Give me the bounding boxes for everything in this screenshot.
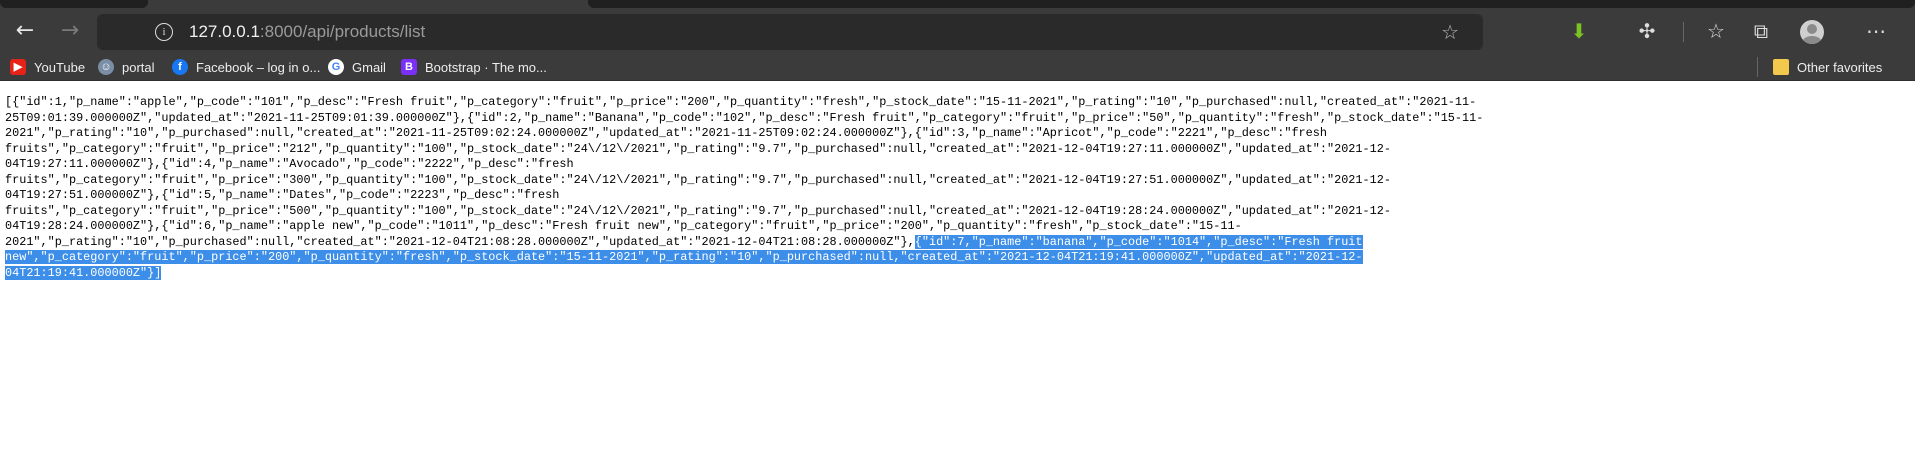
back-icon[interactable]: ← bbox=[10, 16, 40, 46]
json-text: 04T19:27:11.000000Z"},{"id":4,"p_name":"… bbox=[5, 157, 574, 171]
url-text[interactable]: 127.0.0.1:8000/api/products/list bbox=[189, 22, 425, 42]
toolbar-divider bbox=[1683, 22, 1684, 42]
json-line: 04T19:28:24.000000Z"},{"id":6,"p_name":"… bbox=[5, 219, 1483, 235]
json-text: 2021","p_rating":"10","p_purchased":null… bbox=[5, 234, 915, 249]
download-extension-icon[interactable]: ⬇ bbox=[1565, 18, 1593, 44]
bookmarks-divider bbox=[1757, 57, 1758, 77]
url-path: :8000/api/products/list bbox=[259, 22, 426, 41]
json-line: [{"id":1,"p_name":"apple","p_code":"101"… bbox=[5, 95, 1483, 111]
json-text: [{"id":1,"p_name":"apple","p_code":"101"… bbox=[5, 95, 1477, 109]
collections-icon[interactable]: ⧉ bbox=[1747, 18, 1775, 44]
selected-json-text: 04T21:19:41.000000Z"}] bbox=[5, 265, 162, 280]
profile-avatar[interactable] bbox=[1800, 20, 1824, 44]
favorites-icon[interactable]: ☆ bbox=[1702, 18, 1730, 44]
selected-json-text: {"id":7,"p_name":"banana","p_code":"1014… bbox=[914, 234, 1363, 249]
bookmark-portal[interactable]: ☺ portal bbox=[98, 57, 155, 77]
browser-toolbar: ← → ↻ i 127.0.0.1:8000/api/products/list… bbox=[0, 8, 1915, 54]
address-bar[interactable]: i 127.0.0.1:8000/api/products/list ☆ bbox=[97, 14, 1483, 50]
bookmark-bootstrap[interactable]: B Bootstrap · The mo... bbox=[401, 57, 547, 77]
json-line: fruits","p_category":"fruit","p_price":"… bbox=[5, 204, 1483, 220]
extensions-icon[interactable]: ✣ bbox=[1633, 18, 1661, 44]
tab-right[interactable] bbox=[588, 0, 1915, 8]
google-icon: G bbox=[328, 59, 344, 75]
bookmarks-bar: ▶ YouTube ☺ portal f Facebook – log in o...… bbox=[0, 54, 1915, 81]
bookmark-youtube[interactable]: ▶ YouTube bbox=[10, 57, 85, 77]
bookmark-other-favorites[interactable]: Other favorites bbox=[1773, 57, 1882, 77]
more-icon[interactable]: ⋯ bbox=[1862, 18, 1890, 44]
json-line: 2021","p_rating":"10","p_purchased":null… bbox=[5, 126, 1483, 142]
bookmark-gmail[interactable]: G Gmail bbox=[328, 57, 386, 77]
bookmark-label: YouTube bbox=[34, 59, 86, 75]
url-host: 127.0.0.1 bbox=[189, 22, 260, 41]
json-text: 25T09:01:39.000000Z","updated_at":"2021-… bbox=[5, 110, 1484, 125]
forward-icon[interactable]: → bbox=[55, 16, 85, 46]
folder-icon bbox=[1773, 59, 1789, 75]
json-text: 2021","p_rating":"10","p_purchased":null… bbox=[5, 126, 1327, 140]
json-line: 2021","p_rating":"10","p_purchased":null… bbox=[5, 234, 1483, 251]
add-favorite-icon[interactable]: ☆ bbox=[1441, 20, 1459, 44]
bootstrap-icon: B bbox=[401, 59, 417, 75]
json-line: 04T19:27:51.000000Z"},{"id":5,"p_name":"… bbox=[5, 188, 1483, 204]
json-text: fruits","p_category":"fruit","p_price":"… bbox=[5, 172, 1391, 187]
json-text: 04T19:28:24.000000Z"},{"id":6,"p_name":"… bbox=[5, 219, 1242, 233]
json-text: 04T19:27:51.000000Z"},{"id":5,"p_name":"… bbox=[5, 188, 560, 202]
bookmark-label: portal bbox=[122, 59, 155, 75]
json-line: 25T09:01:39.000000Z","updated_at":"2021-… bbox=[5, 111, 1483, 127]
bookmark-label: Gmail bbox=[352, 59, 386, 75]
site-info-icon[interactable]: i bbox=[155, 23, 173, 41]
tab-left[interactable] bbox=[0, 0, 148, 8]
facebook-icon: f bbox=[172, 59, 188, 75]
json-line: 04T21:19:41.000000Z"}] bbox=[5, 265, 1483, 282]
selected-json-text: new","p_category":"fruit","p_price":"200… bbox=[5, 250, 1363, 264]
portal-icon: ☺ bbox=[98, 59, 114, 75]
json-line: 04T19:27:11.000000Z"},{"id":4,"p_name":"… bbox=[5, 157, 1483, 173]
json-line: fruits","p_category":"fruit","p_price":"… bbox=[5, 142, 1483, 158]
tab-strip bbox=[0, 0, 1915, 8]
json-text: fruits","p_category":"fruit","p_price":"… bbox=[5, 203, 1391, 218]
json-response-body[interactable]: [{"id":1,"p_name":"apple","p_code":"101"… bbox=[5, 95, 1483, 281]
json-line: fruits","p_category":"fruit","p_price":"… bbox=[5, 173, 1483, 189]
bookmark-facebook[interactable]: f Facebook – log in o... bbox=[172, 57, 320, 77]
json-text: fruits","p_category":"fruit","p_price":"… bbox=[5, 141, 1391, 156]
json-line: new","p_category":"fruit","p_price":"200… bbox=[5, 250, 1483, 266]
bookmark-label: Bootstrap · The mo... bbox=[425, 59, 547, 75]
youtube-icon: ▶ bbox=[10, 59, 26, 75]
bookmark-label: Facebook – log in o... bbox=[196, 59, 321, 75]
bookmark-label: Other favorites bbox=[1797, 59, 1883, 75]
